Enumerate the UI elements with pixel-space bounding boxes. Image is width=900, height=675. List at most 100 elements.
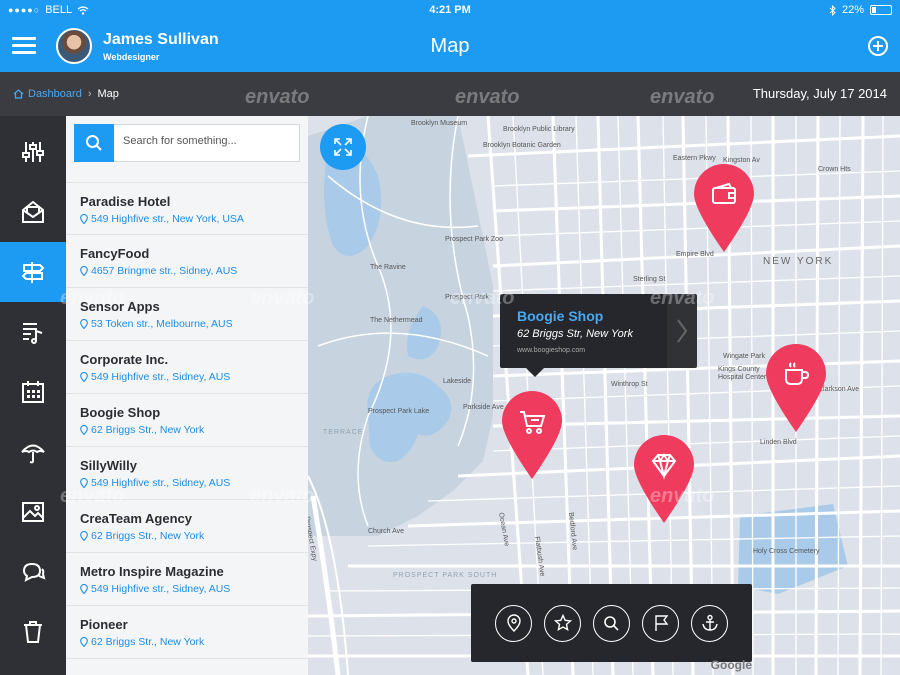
- sidebar-item-mail[interactable]: [0, 182, 66, 242]
- place-name: SillyWilly: [80, 458, 137, 473]
- map-label: The Ravine: [370, 264, 406, 271]
- list-item[interactable]: Corporate Inc. 549 Highfive str., Sidney,…: [66, 341, 308, 394]
- place-name: FancyFood: [80, 246, 150, 261]
- favorites-button[interactable]: [544, 604, 581, 642]
- map-pin-coffee[interactable]: [766, 344, 826, 432]
- map-label: Parkside Ave: [463, 404, 504, 411]
- battery-icon: [870, 5, 892, 15]
- place-address-text: 549 Highfive str., Sidney, AUS: [91, 477, 231, 489]
- google-logo: Google: [710, 658, 752, 672]
- map-toolbar: [471, 584, 752, 662]
- map-label: Lakeside: [443, 378, 472, 385]
- sidebar-item-calendar[interactable]: [0, 362, 66, 422]
- sliders-icon: [22, 142, 44, 162]
- sidebar-item-weather[interactable]: [0, 422, 66, 482]
- place-address: 549 Highfive str., Sidney, AUS: [80, 583, 308, 595]
- map-label: Sterling St: [633, 276, 666, 283]
- place-name: Paradise Hotel: [80, 194, 171, 209]
- avatar[interactable]: [56, 28, 92, 64]
- place-popup[interactable]: Boogie Shop 62 Briggs Str, New York www.…: [500, 294, 697, 377]
- list-item[interactable]: Metro Inspire Magazine 549 Highfive str.,…: [66, 553, 308, 606]
- status-right: 22%: [829, 4, 892, 16]
- place-address: 549 Highfive str., Sidney, AUS: [80, 477, 308, 489]
- map-pin-icon: [80, 372, 88, 382]
- list-item[interactable]: Pioneer 62 Briggs Str., New York: [66, 606, 308, 659]
- place-name: CreaTeam Agency: [80, 511, 192, 526]
- fullscreen-button[interactable]: [320, 124, 366, 170]
- popup-url[interactable]: www.boogieshop.com: [517, 347, 585, 354]
- sidebar: [0, 116, 66, 675]
- map-pin-icon: [506, 614, 521, 632]
- map-pin-shop[interactable]: [502, 391, 562, 479]
- flag-button[interactable]: [642, 604, 679, 642]
- list-item[interactable]: CreaTeam Agency 62 Briggs Str., New York: [66, 500, 308, 553]
- calendar-icon: [22, 381, 44, 403]
- mail-icon: [22, 200, 44, 223]
- map-pin-icon: [80, 478, 88, 488]
- map-pin-jewelry[interactable]: [634, 435, 694, 523]
- map-label: Church Ave: [368, 528, 405, 535]
- place-address: 62 Briggs Str., New York: [80, 636, 308, 648]
- sidebar-item-gallery[interactable]: [0, 482, 66, 542]
- map-pin-wallet[interactable]: [694, 164, 754, 252]
- place-address-text: 62 Briggs Str., New York: [91, 424, 205, 436]
- list-item[interactable]: Boogie Shop 62 Briggs Str., New York: [66, 394, 308, 447]
- place-address-text: 549 Highfive str., Sidney, AUS: [91, 583, 231, 595]
- wallet-icon: [712, 182, 736, 204]
- map-label: Kings County Hospital Center: [718, 366, 767, 381]
- add-button[interactable]: [868, 36, 888, 56]
- breadcrumb-bar: Dashboard › Map Thursday, July 17 2014: [0, 72, 900, 116]
- bluetooth-icon: [829, 4, 836, 16]
- place-address: 549 Highfive str., New York, USA: [80, 213, 308, 225]
- places-list: Paradise Hotel 549 Highfive str., New Yor…: [66, 182, 308, 659]
- place-name: Metro Inspire Magazine: [80, 564, 224, 579]
- sidebar-item-settings[interactable]: [0, 122, 66, 182]
- search-box: [74, 124, 300, 162]
- map-label: Brooklyn Museum: [411, 120, 468, 127]
- places-panel: Paradise Hotel 549 Highfive str., New Yor…: [66, 116, 308, 675]
- breadcrumb-home[interactable]: Dashboard: [13, 88, 82, 100]
- place-name: Corporate Inc.: [80, 352, 169, 367]
- chevron-right-icon: ›: [87, 88, 92, 100]
- cart-icon: [520, 411, 546, 434]
- clock: 4:21 PM: [429, 4, 471, 16]
- menu-button[interactable]: [12, 37, 36, 55]
- map-label: Brooklyn Botanic Garden: [483, 142, 561, 149]
- place-address: 62 Briggs Str., New York: [80, 424, 308, 436]
- place-address: 549 Highfive str., Sidney, AUS: [80, 371, 308, 383]
- status-bar: ●●●●○ BELL 4:21 PM 22%: [0, 0, 900, 20]
- breadcrumb: Dashboard › Map: [13, 88, 119, 100]
- place-name: Sensor Apps: [80, 299, 160, 314]
- map-search-button[interactable]: [593, 604, 630, 642]
- map-label: Wingate Park: [723, 353, 766, 360]
- place-address-text: 4657 Bringme str., Sidney, AUS: [91, 265, 238, 277]
- map-view[interactable]: Brooklyn Museum Brooklyn Public Library …: [308, 116, 900, 675]
- list-item[interactable]: Sensor Apps 53 Token str., Melbourne, AUS: [66, 288, 308, 341]
- map-label: Brooklyn Public Library: [503, 126, 575, 133]
- search-input[interactable]: [123, 135, 293, 147]
- map-pin-icon: [80, 266, 88, 276]
- anchor-icon: [701, 614, 718, 631]
- map-label: PROSPECT PARK SOUTH: [393, 572, 498, 579]
- sidebar-item-map[interactable]: [0, 242, 66, 302]
- map-pin-icon: [80, 584, 88, 594]
- menu-line-icon: [12, 37, 36, 40]
- popup-next-button[interactable]: [667, 294, 697, 368]
- list-item[interactable]: SillyWilly 549 Highfive str., Sidney, AUS: [66, 447, 308, 500]
- sidebar-item-trash[interactable]: [0, 602, 66, 662]
- user-name[interactable]: James Sullivan: [103, 31, 219, 49]
- map-pin-icon: [80, 637, 88, 647]
- list-item[interactable]: FancyFood 4657 Bringme str., Sidney, AUS: [66, 235, 308, 288]
- sidebar-item-music[interactable]: [0, 302, 66, 362]
- map-label: NEW YORK: [763, 256, 834, 267]
- place-address-text: 549 Highfive str., Sidney, AUS: [91, 371, 231, 383]
- location-button[interactable]: [495, 604, 532, 642]
- list-item[interactable]: Paradise Hotel 549 Highfive str., New Yor…: [66, 182, 308, 235]
- search-button[interactable]: [74, 124, 114, 162]
- sidebar-item-chat[interactable]: [0, 542, 66, 602]
- place-name: Pioneer: [80, 617, 128, 632]
- map-label: Crown Hts: [818, 166, 851, 173]
- map-pin-icon: [80, 425, 88, 435]
- diamond-icon: [651, 453, 677, 480]
- anchor-button[interactable]: [691, 604, 728, 642]
